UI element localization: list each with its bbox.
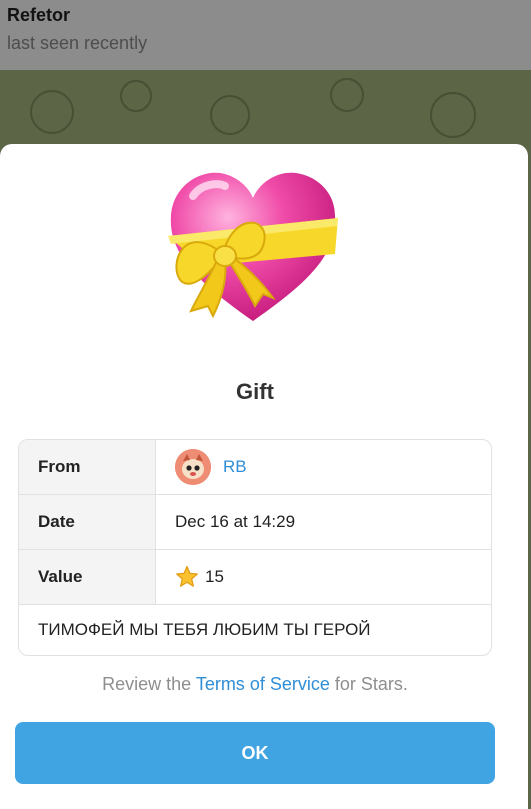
heart-with-ribbon-icon xyxy=(168,172,338,321)
value-amount: 15 xyxy=(205,567,224,586)
terms-prefix: Review the xyxy=(102,674,192,694)
value-label: Value xyxy=(19,550,156,604)
gift-title: Gift xyxy=(236,379,274,404)
gift-modal: Gift From RB Date Dec 16 at 14:29 Value … xyxy=(0,144,528,809)
terms-text: Review the Terms of Service for Stars. xyxy=(0,674,510,695)
gift-info-table: From RB Date Dec 16 at 14:29 Value 15 ТИ… xyxy=(18,439,492,656)
date-value: Dec 16 at 14:29 xyxy=(175,512,296,531)
from-row: From RB xyxy=(19,440,491,495)
star-icon xyxy=(176,565,198,587)
value-amount-cell: 15 xyxy=(156,550,491,604)
terms-of-service-link[interactable]: Terms of Service xyxy=(196,674,330,694)
avatar[interactable] xyxy=(175,449,211,485)
terms-suffix: for Stars. xyxy=(334,674,408,694)
date-row: Date Dec 16 at 14:29 xyxy=(19,495,491,550)
from-value[interactable]: RB xyxy=(156,440,491,494)
gift-message: ТИМОФЕЙ МЫ ТЕБЯ ЛЮБИМ ТЫ ГЕРОЙ xyxy=(38,620,371,639)
value-row: Value 15 xyxy=(19,550,491,605)
sender-link[interactable]: RB xyxy=(223,457,247,477)
ok-button[interactable]: OK xyxy=(15,722,495,784)
date-label: Date xyxy=(19,495,156,549)
from-label: From xyxy=(19,440,156,494)
